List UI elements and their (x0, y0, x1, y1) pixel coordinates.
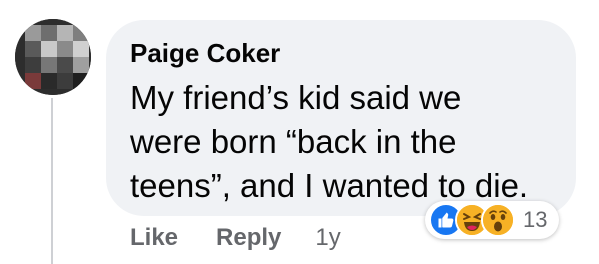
like-button[interactable]: Like (130, 224, 178, 252)
avatar-image (15, 19, 91, 95)
comment: Paige Coker My friend’s kid said we were… (0, 0, 599, 264)
comment-timestamp[interactable]: 1y (315, 224, 340, 252)
comment-text-line: My friend’s kid said we (130, 79, 462, 116)
comment-text-line: were born “back in the (130, 123, 457, 160)
comment-actions: Like Reply 1y (130, 224, 341, 252)
wow-icon (481, 203, 515, 237)
reactions-summary[interactable]: 13 (425, 201, 560, 239)
avatar[interactable] (15, 19, 91, 95)
thread-line (51, 98, 53, 264)
reaction-count: 13 (523, 207, 548, 232)
reply-button[interactable]: Reply (216, 224, 281, 252)
comment-author[interactable]: Paige Coker (130, 38, 280, 69)
comment-text: My friend’s kid said we were born “back … (130, 76, 560, 208)
